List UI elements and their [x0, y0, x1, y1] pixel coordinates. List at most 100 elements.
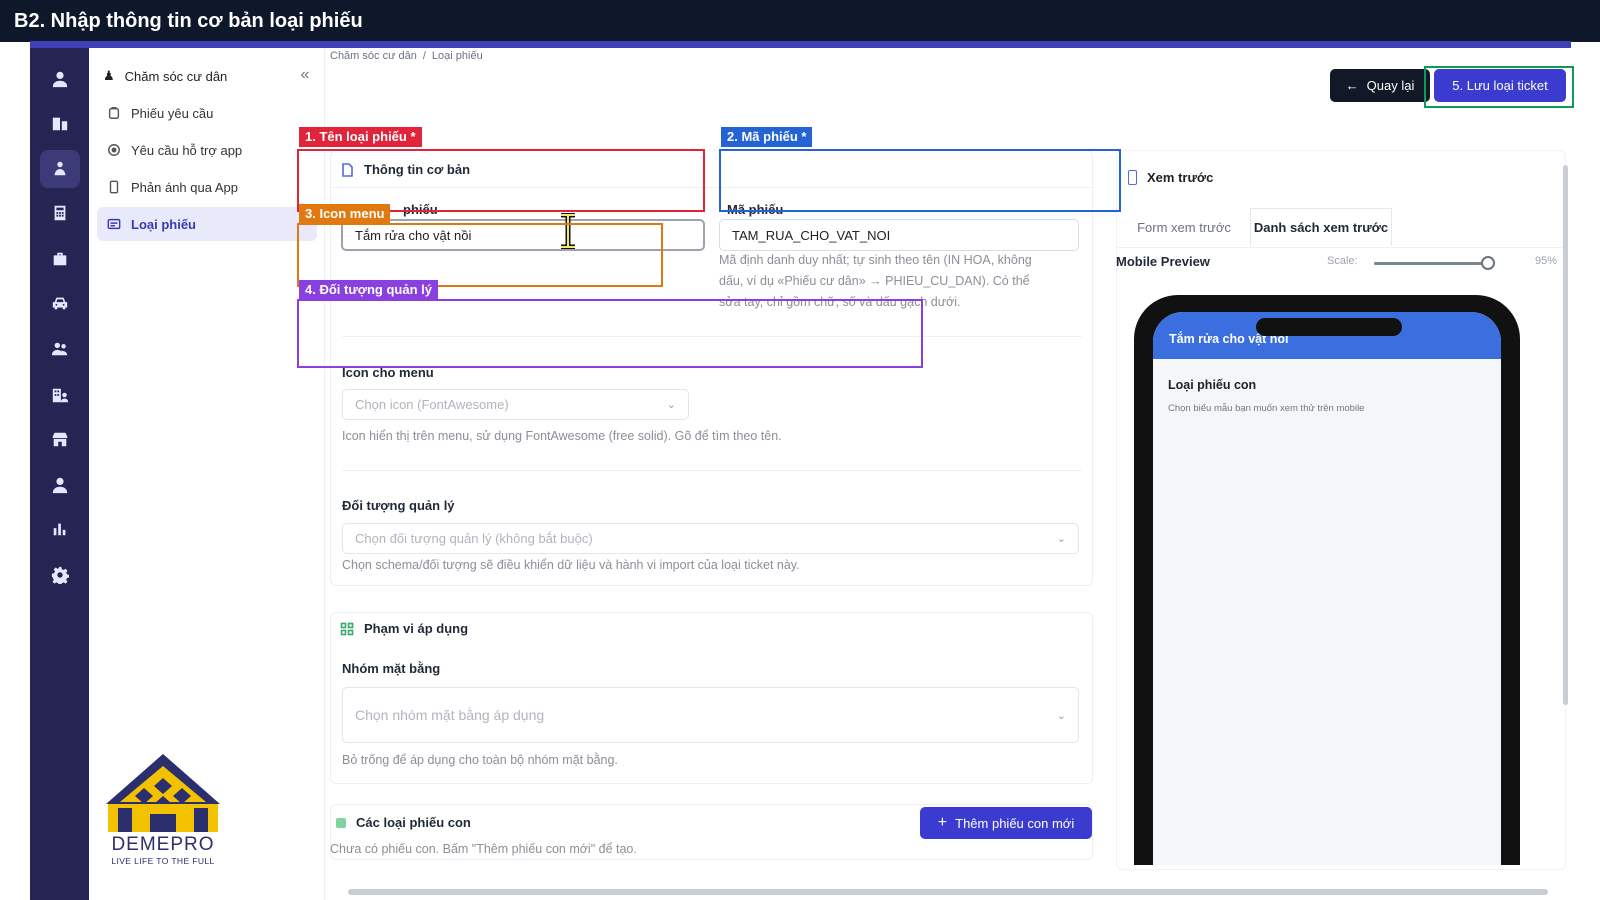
back-button[interactable]: ← Quay lại — [1330, 69, 1430, 102]
sidebar-item-label: Yêu cầu hỗ trợ app — [131, 142, 243, 158]
phone-notch — [1256, 318, 1402, 336]
annotation-box-save — [1424, 66, 1574, 108]
right-gutter — [1572, 42, 1600, 900]
app-top-accent-bar — [30, 41, 1571, 48]
concierge-icon[interactable] — [40, 150, 80, 188]
breadcrumb-separator: / — [422, 50, 426, 62]
object-select-placeholder: Chọn đối tượng quản lý (không bắt buộc) — [355, 531, 593, 546]
breadcrumb-item[interactable]: Chăm sóc cư dân — [330, 50, 417, 62]
basic-info-card — [330, 150, 1093, 586]
add-child-type-button[interactable]: + Thêm phiếu con mới — [920, 807, 1092, 839]
sidebar-item-label: Phản ánh qua App — [131, 179, 238, 195]
vertical-scrollbar[interactable] — [1563, 165, 1568, 705]
chevrons-left-icon[interactable]: « — [293, 64, 317, 88]
sidebar-item-label: Loại phiếu — [131, 216, 196, 232]
object-label: Đối tượng quản lý — [342, 498, 455, 513]
sidebar-item-loai-phieu[interactable]: Loại phiếu — [97, 207, 317, 241]
tutorial-banner: B2. Nhập thông tin cơ bản loại phiếu — [0, 0, 1600, 42]
code-help-line-2: dấu, ví dụ «Phiếu cư dân» → PHIEU_CU_DAN… — [719, 274, 1030, 288]
banner-title: B2. Nhập thông tin cơ bản loại phiếu — [14, 10, 363, 32]
building-icon[interactable] — [40, 104, 80, 142]
list-icon — [336, 817, 346, 828]
plus-icon: + — [937, 814, 948, 831]
store-icon[interactable] — [40, 420, 80, 458]
demepro-logo: DEMEPRO LIVE LIFE TO THE FULL — [104, 752, 222, 870]
grid-icon — [340, 622, 354, 635]
chevron-down-icon: ⌄ — [1056, 709, 1066, 722]
mobile-preview-label: Mobile Preview — [1116, 254, 1210, 269]
sidebar-item-yeu-cau-ho-tro-app[interactable]: Yêu cầu hỗ trợ app — [97, 133, 317, 167]
sidebar-item-label: Phiếu yêu cầu — [131, 105, 214, 121]
annotation-label-object: 4. Đối tượng quản lý — [299, 280, 438, 300]
breadcrumb-current: Loại phiếu — [431, 50, 483, 62]
managed-object-select[interactable]: Chọn đối tượng quản lý (không bắt buộc) … — [342, 523, 1079, 554]
icon-select-placeholder: Chọn icon (FontAwesome) — [355, 397, 509, 412]
target-icon — [108, 144, 120, 156]
icon-help-text: Icon hiển thị trên menu, sử dụng FontAwe… — [342, 429, 782, 443]
sidebar-item-phan-anh-qua-app[interactable]: Phản ánh qua App — [97, 170, 317, 204]
scale-slider[interactable] — [1374, 256, 1495, 270]
scale-label: Scale: — [1327, 255, 1358, 267]
add-child-button-label: Thêm phiếu con mới — [955, 815, 1075, 831]
gear-icon[interactable] — [40, 556, 80, 594]
user-icon[interactable] — [40, 60, 80, 98]
code-help-line-1: Mã định danh duy nhất; tự sinh theo tên … — [719, 253, 1032, 267]
tab-form-preview[interactable]: Form xem trước — [1120, 208, 1248, 246]
annotation-label-code: 2. Mã phiếu * — [721, 127, 813, 147]
bar-chart-icon[interactable] — [40, 510, 80, 548]
annotation-box-name — [297, 149, 705, 212]
left-gutter — [0, 42, 30, 900]
scale-slider-fill — [1374, 262, 1488, 265]
user-tie-icon[interactable] — [40, 466, 80, 504]
phone-section-desc: Chọn biểu mẫu bạn muốn xem thử trên mobi… — [1168, 403, 1365, 414]
chevron-down-icon: ⌄ — [666, 399, 676, 411]
annotation-box-icon — [297, 223, 663, 287]
breadcrumb: Chăm sóc cư dân / Loại phiếu — [330, 50, 483, 62]
calculator-icon[interactable] — [40, 194, 80, 232]
scope-title: Phạm vi áp dụng — [364, 621, 469, 636]
users-icon[interactable] — [40, 330, 80, 368]
icon-menu-select[interactable]: Chọn icon (FontAwesome) ⌄ — [342, 389, 689, 420]
car-icon[interactable] — [40, 284, 80, 322]
arrow-left-icon: ← — [1345, 78, 1359, 93]
child-types-empty-text: Chưa có phiếu con. Bấm "Thêm phiếu con m… — [330, 842, 637, 856]
divider — [342, 470, 1082, 471]
child-types-title: Các loại phiếu con — [356, 815, 471, 830]
demepro-house-logo-icon — [106, 754, 220, 832]
ticket-code-input[interactable]: TAM_RUA_CHO_VAT_NOI — [719, 219, 1079, 251]
floor-group-placeholder: Chọn nhóm mặt bằng áp dụng — [355, 707, 545, 723]
logo-brand-text: DEMEPRO — [111, 834, 215, 855]
object-help-text: Chọn schema/đối tượng sẽ điều khiển dữ l… — [342, 558, 800, 572]
annotation-label-icon: 3. Icon menu — [299, 204, 391, 224]
tab-list-preview[interactable]: Danh sách xem trước — [1250, 208, 1392, 246]
back-button-label: Quay lại — [1366, 78, 1415, 93]
divider — [1117, 247, 1565, 248]
nav-group-label: Chăm sóc cư dân — [124, 68, 228, 84]
phone-section-title: Loại phiếu con — [1168, 378, 1257, 392]
mobile-icon — [1128, 170, 1137, 185]
id-card-icon — [107, 218, 121, 230]
building-user-icon[interactable] — [40, 376, 80, 414]
tab-label: Form xem trước — [1137, 219, 1231, 235]
icon-rail — [30, 48, 89, 900]
chevron-down-icon: ⌄ — [1056, 533, 1066, 545]
annotation-box-object — [297, 299, 923, 368]
scale-slider-handle[interactable] — [1481, 256, 1495, 270]
code-input-value: TAM_RUA_CHO_VAT_NOI — [732, 227, 891, 243]
clipboard-icon — [108, 107, 120, 119]
briefcase-icon[interactable] — [40, 240, 80, 278]
floor-group-select[interactable]: Chọn nhóm mặt bằng áp dụng ⌄ — [342, 687, 1079, 743]
scale-value: 95% — [1535, 255, 1558, 267]
sidebar-item-phieu-yeu-cau[interactable]: Phiếu yêu cầu — [97, 96, 317, 130]
floor-group-help: Bỏ trống để áp dụng cho toàn bộ nhóm mặt… — [342, 753, 618, 767]
preview-title: Xem trước — [1147, 170, 1214, 185]
child-types-header: Các loại phiếu con — [336, 815, 471, 830]
tab-label: Danh sách xem trước — [1253, 220, 1389, 235]
horizontal-scrollbar[interactable] — [348, 889, 1548, 895]
annotation-label-name: 1. Tên loại phiếu * — [299, 127, 422, 147]
nav-group-header[interactable]: ♟ Chăm sóc cư dân — [103, 68, 227, 84]
floor-group-label: Nhóm mặt bằng — [342, 661, 441, 676]
phone-icon — [109, 180, 119, 194]
annotation-box-code — [719, 149, 1121, 212]
concierge-icon: ♟ — [103, 68, 115, 83]
